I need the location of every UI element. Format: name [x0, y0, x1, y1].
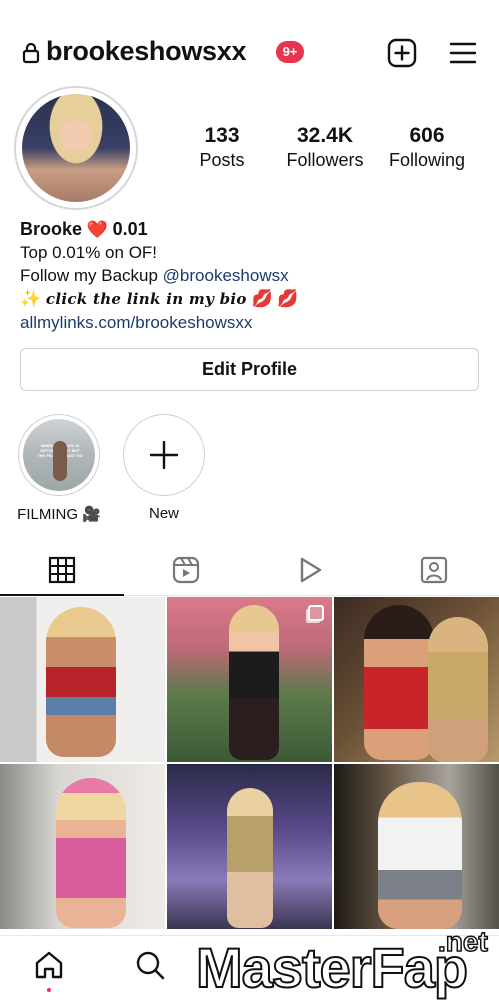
highlight-new[interactable]: New — [122, 414, 206, 522]
bio-line-2-prefix: Follow my Backup — [20, 266, 158, 285]
post-thumbnail[interactable] — [334, 597, 499, 762]
bio-line-3-text: click the link in my bio — [45, 290, 247, 308]
post-thumbnail[interactable] — [0, 597, 165, 762]
followers-label: Followers — [286, 150, 364, 170]
tab-reels[interactable] — [124, 548, 248, 596]
bio-link[interactable]: allmylinks.com/brookeshowsxx — [20, 311, 480, 334]
followers-stat[interactable]: 32.4K Followers — [280, 124, 370, 171]
plus-icon — [150, 441, 178, 469]
post-thumbnail[interactable] — [0, 764, 165, 929]
edit-profile-button[interactable]: Edit Profile — [20, 348, 479, 391]
posts-grid — [0, 597, 499, 933]
username[interactable]: brookeshowsxx — [46, 36, 246, 67]
carousel-icon — [308, 605, 324, 621]
bio-name-line: Brooke ❤️ 0.01 — [20, 218, 480, 241]
tab-videos[interactable] — [248, 548, 372, 596]
grid-icon — [48, 556, 76, 584]
posts-label: Posts — [199, 150, 245, 170]
home-notification-dot — [47, 988, 51, 992]
highlight-ring — [123, 414, 205, 496]
heart-emoji: ❤️ — [86, 220, 108, 239]
home-icon[interactable] — [34, 950, 64, 980]
posts-count: 133 — [204, 124, 240, 147]
highlight-filming[interactable]: WHEN THE POOL IS GETTING BUILT BUT THE F… — [17, 414, 101, 523]
notification-badge[interactable]: 9+ — [276, 41, 304, 63]
tab-tagged[interactable] — [372, 548, 496, 596]
tab-posts[interactable] — [0, 548, 124, 596]
post-thumbnail[interactable] — [334, 764, 499, 929]
highlight-label: New — [148, 505, 179, 522]
avatar-image — [22, 94, 130, 202]
followers-count: 32.4K — [296, 124, 354, 147]
avatar[interactable] — [14, 86, 138, 210]
watermark-net: .net — [437, 925, 488, 958]
profile-header: brookeshowsxx 9+ — [0, 30, 499, 76]
bio-line-1: Top 0.01% on OF! — [20, 243, 158, 262]
bio-line-2: Follow my Backup @brookeshowsx — [20, 264, 480, 287]
menu-icon[interactable] — [449, 40, 477, 66]
watermark: MasterFap .net — [195, 925, 499, 1000]
search-icon[interactable] — [135, 950, 165, 980]
profile-tabs — [0, 548, 499, 596]
bio-name-suffix: 0.01 — [112, 219, 148, 239]
backup-handle-link[interactable]: @brookeshowsx — [163, 266, 289, 285]
highlight-ring: WHEN THE POOL IS GETTING BUILT BUT THE F… — [18, 414, 100, 496]
active-tab-indicator — [0, 594, 124, 596]
post-thumbnail[interactable] — [167, 764, 332, 929]
lips-emoji: 💋 💋 — [251, 289, 299, 308]
following-stat[interactable]: 606 Following — [384, 124, 470, 171]
bio-name: Brooke — [20, 219, 83, 239]
watermark-text: MasterFap — [195, 935, 469, 1000]
tagged-icon — [420, 556, 448, 584]
video-play-icon — [300, 557, 322, 583]
create-post-icon[interactable] — [387, 38, 417, 68]
highlight-label: FILMING 🎥 — [17, 506, 101, 523]
following-label: Following — [388, 150, 466, 170]
bio: Brooke ❤️ 0.01 Top 0.01% on OF! Follow m… — [20, 218, 480, 334]
posts-stat[interactable]: 133 Posts — [192, 124, 252, 171]
bio-line-3: ✨ click the link in my bio 💋 💋 — [20, 287, 480, 311]
reels-icon — [172, 556, 200, 584]
lock-icon — [22, 42, 40, 64]
highlight-cover-image: WHEN THE POOL IS GETTING BUILT BUT THE F… — [23, 419, 95, 491]
following-count: 606 — [409, 124, 445, 147]
post-thumbnail[interactable] — [167, 597, 332, 762]
sparkle-emoji: ✨ — [20, 289, 42, 308]
